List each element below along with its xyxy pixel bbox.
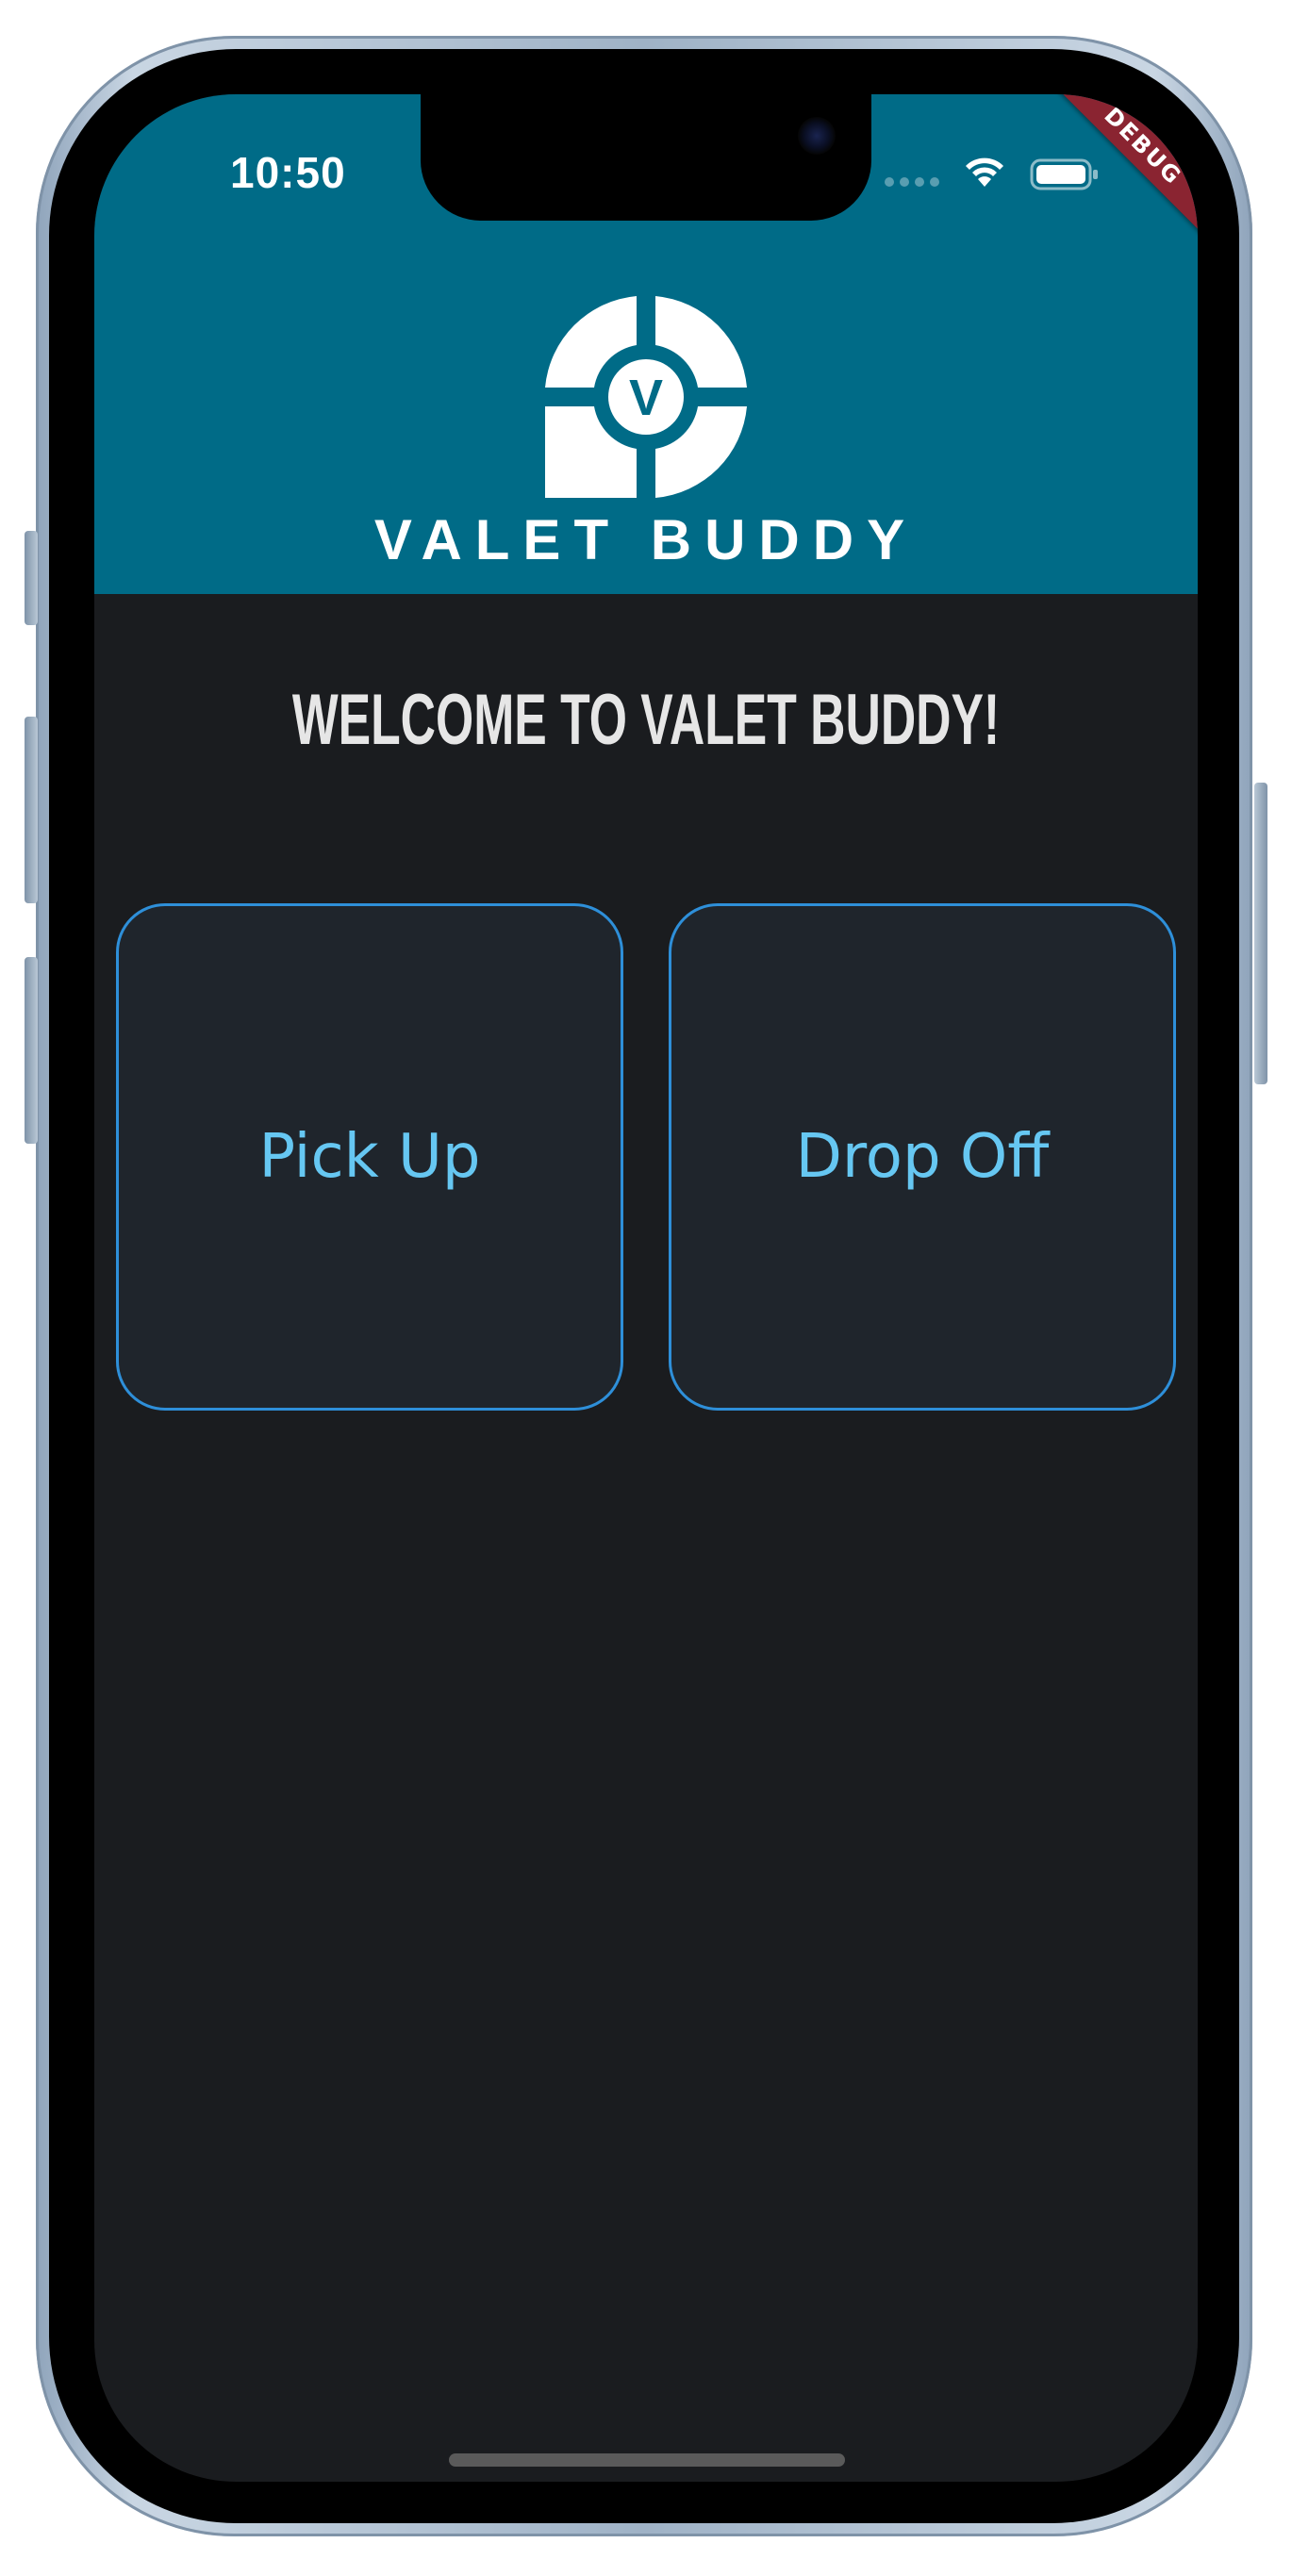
power-button — [1254, 783, 1267, 1084]
app-screen: 10:50 DEBUG V VALET BUDDY WELCOME TO VAL… — [94, 94, 1198, 2482]
status-time: 10:50 — [230, 148, 346, 197]
silent-switch — [25, 531, 38, 625]
welcome-heading: WELCOME TO VALET BUDDY! — [291, 680, 1001, 760]
home-indicator[interactable] — [449, 2453, 845, 2467]
drop-off-button[interactable]: Drop Off — [669, 903, 1176, 1411]
signal-icon — [885, 177, 941, 187]
svg-text:V: V — [629, 370, 663, 426]
wifi-icon — [966, 157, 1003, 187]
valet-buddy-logo-icon: V — [545, 296, 747, 498]
device-notch — [421, 94, 871, 221]
volume-up-button — [25, 717, 38, 903]
battery-icon — [1030, 158, 1098, 190]
brand-name: VALET BUDDY — [373, 508, 919, 571]
pick-up-button[interactable]: Pick Up — [116, 903, 623, 1411]
front-camera — [798, 117, 836, 155]
volume-down-button — [25, 957, 38, 1144]
